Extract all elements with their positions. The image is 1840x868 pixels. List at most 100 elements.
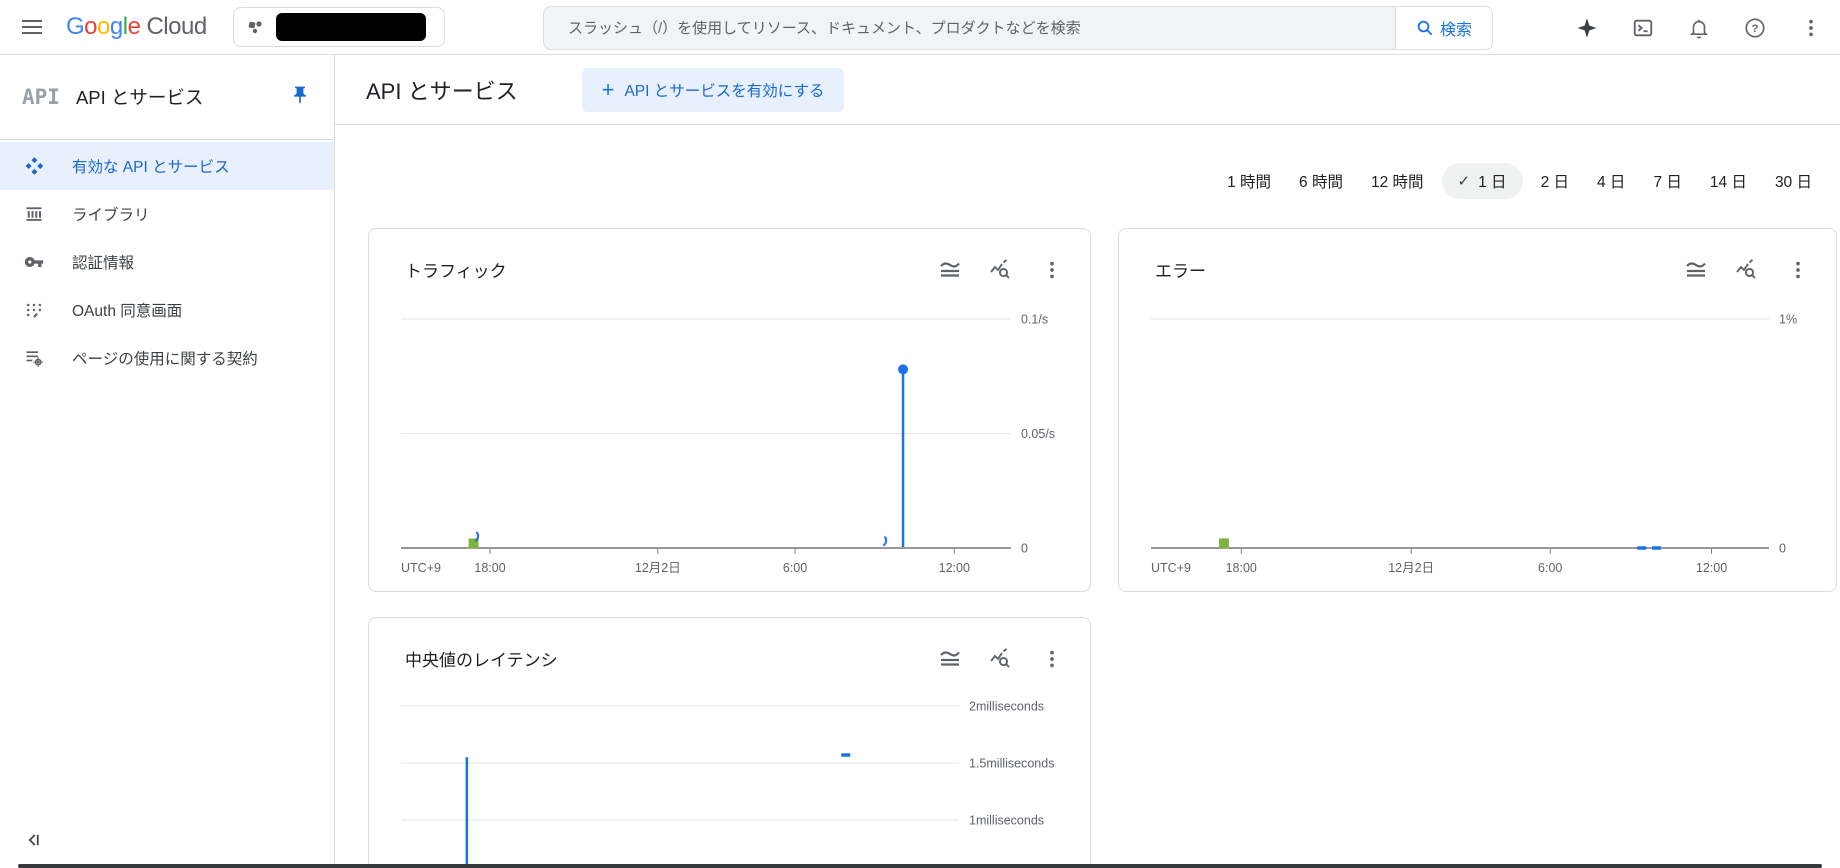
svg-text:?: ? — [1752, 23, 1759, 35]
gemini-sparkle-icon[interactable] — [1574, 15, 1600, 41]
main-content: API とサービス + API とサービスを有効にする 1 時間 6 時間 12 時… — [335, 55, 1840, 868]
svg-text:0: 0 — [1779, 542, 1786, 556]
time-range-14日[interactable]: 14 日 — [1700, 163, 1757, 199]
collapse-sidebar-icon[interactable] — [20, 826, 48, 854]
time-range-1日[interactable]: ✓ 1 日 — [1441, 163, 1523, 199]
time-range-4日[interactable]: 4 日 — [1587, 163, 1635, 199]
check-icon: ✓ — [1457, 173, 1471, 190]
svg-text:12:00: 12:00 — [939, 561, 970, 575]
chart-card-errors: エラー 1% 0 18:00 12月2日 6:00 12:00 UTC+9 — [1118, 228, 1837, 592]
card-header: エラー — [1155, 257, 1810, 282]
google-logo-word: Google — [66, 13, 141, 40]
sidebar: API API とサービス 有効な API とサービス ライブラリ 認証情報 O… — [0, 55, 335, 868]
svg-text:UTC+9: UTC+9 — [401, 561, 441, 575]
topbar-actions: ? — [1574, 0, 1824, 55]
chart-title: エラー — [1155, 262, 1206, 281]
project-selector[interactable] — [232, 7, 445, 47]
more-vert-icon[interactable] — [1040, 647, 1064, 671]
card-header: トラフィック — [405, 257, 1064, 282]
svg-text:6:00: 6:00 — [783, 561, 807, 575]
time-range-1時間[interactable]: 1 時間 — [1217, 163, 1281, 199]
project-name-redacted — [275, 13, 426, 41]
sidebar-header: API API とサービス — [0, 55, 334, 140]
time-range-7日[interactable]: 7 日 — [1643, 163, 1691, 199]
hamburger-menu-icon[interactable] — [18, 13, 46, 41]
svg-text:6:00: 6:00 — [1538, 561, 1562, 575]
enabled-apis-icon — [22, 154, 46, 178]
metrics-explorer-icon[interactable] — [1735, 258, 1759, 282]
oauth-consent-icon — [22, 298, 46, 322]
svg-text:1milliseconds: 1milliseconds — [969, 814, 1044, 828]
sidebar-item-label: ページの使用に関する契約 — [72, 351, 258, 368]
median-latency-chart[interactable]: 2milliseconds 1.5milliseconds 1millisecond… — [401, 690, 1091, 868]
more-vert-icon[interactable] — [1786, 258, 1810, 282]
svg-text:0.1/s: 0.1/s — [1021, 313, 1048, 327]
svg-text:0: 0 — [1021, 542, 1028, 556]
search-button[interactable]: 検索 — [1395, 7, 1492, 49]
more-vert-icon[interactable] — [1040, 258, 1064, 282]
list-gear-icon — [22, 346, 46, 370]
svg-text:1.5milliseconds: 1.5milliseconds — [969, 757, 1054, 771]
key-icon — [22, 250, 46, 274]
chart-title: 中央値のレイテンシ — [405, 651, 558, 670]
sidebar-item-label: ライブラリ — [72, 207, 150, 224]
time-range-6時間[interactable]: 6 時間 — [1289, 163, 1353, 199]
metrics-explorer-icon[interactable] — [989, 647, 1013, 671]
metrics-explorer-icon[interactable] — [989, 258, 1013, 282]
page-title: API とサービス — [366, 78, 518, 104]
chart-title: トラフィック — [405, 262, 507, 281]
svg-text:18:00: 18:00 — [474, 561, 505, 575]
search-input[interactable] — [544, 7, 1395, 49]
svg-text:12月2日: 12月2日 — [1388, 561, 1434, 575]
more-options-icon[interactable] — [1798, 15, 1824, 41]
time-range-30日[interactable]: 30 日 — [1765, 163, 1822, 199]
sidebar-item-library[interactable]: ライブラリ — [0, 190, 334, 238]
chart-mode-icon[interactable] — [938, 258, 962, 282]
project-icon — [248, 21, 262, 34]
svg-text:0.05/s: 0.05/s — [1021, 427, 1055, 441]
chart-mode-icon[interactable] — [1684, 258, 1708, 282]
card-header: 中央値のレイテンシ — [405, 646, 1064, 671]
notifications-bell-icon[interactable] — [1686, 15, 1712, 41]
svg-text:UTC+9: UTC+9 — [1151, 561, 1191, 575]
sidebar-title: API とサービス — [75, 87, 204, 108]
cloud-shell-icon[interactable] — [1630, 15, 1656, 41]
window-bottom-edge — [18, 864, 1822, 868]
sidebar-item-enabled-apis[interactable]: 有効な API とサービス — [0, 142, 334, 190]
pin-icon[interactable] — [290, 85, 310, 110]
plus-icon: + — [601, 76, 615, 102]
search-button-label: 検索 — [1439, 22, 1472, 39]
gcp-console-page: Google Cloud 検索 — [0, 0, 1840, 868]
time-range-selector: 1 時間 6 時間 12 時間 ✓ 1 日2 日4 日7 日 14 日 30 日 — [1217, 163, 1822, 199]
time-range-2日[interactable]: 2 日 — [1531, 163, 1579, 199]
page-header: API とサービス + API とサービスを有効にする — [335, 55, 1840, 125]
errors-chart[interactable]: 1% 0 18:00 12月2日 6:00 12:00 UTC+9 — [1151, 301, 1831, 586]
chart-card-traffic: トラフィック 0.1/s 0.05/s 0 18:00 12月2日 6:00 1… — [368, 228, 1091, 592]
chart-mode-icon[interactable] — [938, 647, 962, 671]
enable-apis-button[interactable]: + API とサービスを有効にする — [581, 67, 845, 112]
sidebar-item-oauth-consent[interactable]: OAuth 同意画面 — [0, 286, 334, 334]
help-icon[interactable]: ? — [1742, 15, 1768, 41]
sidebar-item-label: 有効な API とサービス — [72, 159, 230, 176]
google-cloud-logo[interactable]: Google Cloud — [66, 13, 207, 41]
svg-text:18:00: 18:00 — [1226, 561, 1257, 575]
library-icon — [22, 202, 46, 226]
chart-card-median-latency: 中央値のレイテンシ 2milliseconds 1.5milliseconds … — [368, 617, 1091, 868]
enable-apis-button-label: API とサービスを有効にする — [624, 82, 825, 100]
sidebar-item-credentials[interactable]: 認証情報 — [0, 238, 334, 286]
sidebar-item-page-usage-agreements[interactable]: ページの使用に関する契約 — [0, 334, 334, 382]
sidebar-item-label: 認証情報 — [72, 255, 135, 272]
time-range-12時間[interactable]: 12 時間 — [1361, 163, 1434, 199]
traffic-chart[interactable]: 0.1/s 0.05/s 0 18:00 12月2日 6:00 12:00 UTC+9 — [401, 301, 1091, 586]
svg-text:12月2日: 12月2日 — [635, 561, 681, 575]
sidebar-menu: 有効な API とサービス ライブラリ 認証情報 OAuth 同意画面 ページの… — [0, 140, 334, 382]
svg-text:12:00: 12:00 — [1696, 561, 1727, 575]
sidebar-item-label: OAuth 同意画面 — [72, 303, 183, 320]
global-search-bar: 検索 — [543, 6, 1493, 50]
top-navigation-bar: Google Cloud 検索 — [0, 0, 1840, 55]
cloud-logo-word: Cloud — [146, 13, 207, 40]
api-product-icon: API — [22, 85, 60, 109]
svg-text:1%: 1% — [1779, 313, 1797, 327]
svg-text:2milliseconds: 2milliseconds — [969, 700, 1044, 714]
search-icon — [1417, 20, 1433, 36]
